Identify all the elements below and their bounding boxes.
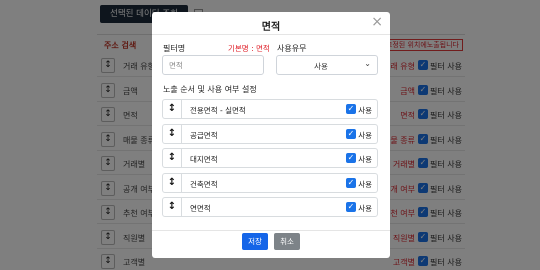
use-checkbox-label: 사용 xyxy=(358,155,372,164)
chevron-down-icon: ⌄ xyxy=(364,59,371,68)
drag-handle-icon[interactable]: ↕ xyxy=(163,100,182,118)
filter-name-label: 필터명 xyxy=(163,44,186,53)
order-list-item[interactable]: ↕ 대지면적 ✓ 사용 xyxy=(162,148,378,168)
order-list-item[interactable]: ↕ 연면적 ✓ 사용 xyxy=(162,197,378,217)
drag-handle-icon[interactable]: ↕ xyxy=(163,124,182,143)
order-list-item[interactable]: ↕ 건축면적 ✓ 사용 xyxy=(162,172,378,193)
use-checkbox-label: 사용 xyxy=(358,106,372,115)
use-status-value: 사용 xyxy=(314,62,328,71)
use-status-label: 사용유무 xyxy=(277,44,307,53)
header-divider xyxy=(152,34,390,35)
item-name: 대지면적 xyxy=(190,155,218,164)
footer-divider xyxy=(152,230,390,231)
filter-name-input[interactable] xyxy=(162,55,264,75)
use-checkbox[interactable]: ✓ xyxy=(346,128,356,139)
order-list-item[interactable]: ↕ 전용면적 - 실면적 ✓ 사용 xyxy=(162,99,378,119)
use-checkbox-label: 사용 xyxy=(358,204,372,213)
item-name: 공급면적 xyxy=(190,130,218,140)
modal-title: 면적 xyxy=(261,22,281,33)
save-button[interactable]: 저장 xyxy=(242,233,268,250)
order-settings-label: 노출 순서 및 사용 여부 설정 xyxy=(163,85,257,94)
item-name: 전용면적 - 실면적 xyxy=(190,106,246,115)
close-icon[interactable]: × xyxy=(371,15,383,29)
use-checkbox[interactable]: ✓ xyxy=(346,202,356,212)
use-checkbox-label: 사용 xyxy=(358,179,372,189)
item-name: 건축면적 xyxy=(190,179,218,189)
drag-handle-icon[interactable]: ↕ xyxy=(163,198,182,216)
filter-edit-modal: 면적 × 필터명 기본명 : 면적 사용유무 사용 ⌄ 노출 순서 및 사용 여… xyxy=(152,12,390,258)
use-checkbox[interactable]: ✓ xyxy=(346,104,356,114)
use-checkbox-label: 사용 xyxy=(358,130,372,140)
item-name: 연면적 xyxy=(190,204,211,213)
order-list-item[interactable]: ↕ 공급면적 ✓ 사용 xyxy=(162,123,378,144)
use-checkbox[interactable]: ✓ xyxy=(346,153,356,163)
use-status-select[interactable]: 사용 ⌄ xyxy=(276,55,378,75)
use-checkbox[interactable]: ✓ xyxy=(346,177,356,188)
cancel-button[interactable]: 취소 xyxy=(274,233,300,250)
drag-handle-icon[interactable]: ↕ xyxy=(163,173,182,192)
drag-handle-icon[interactable]: ↕ xyxy=(163,149,182,167)
filter-default-hint: 기본명 : 면적 xyxy=(228,44,270,53)
